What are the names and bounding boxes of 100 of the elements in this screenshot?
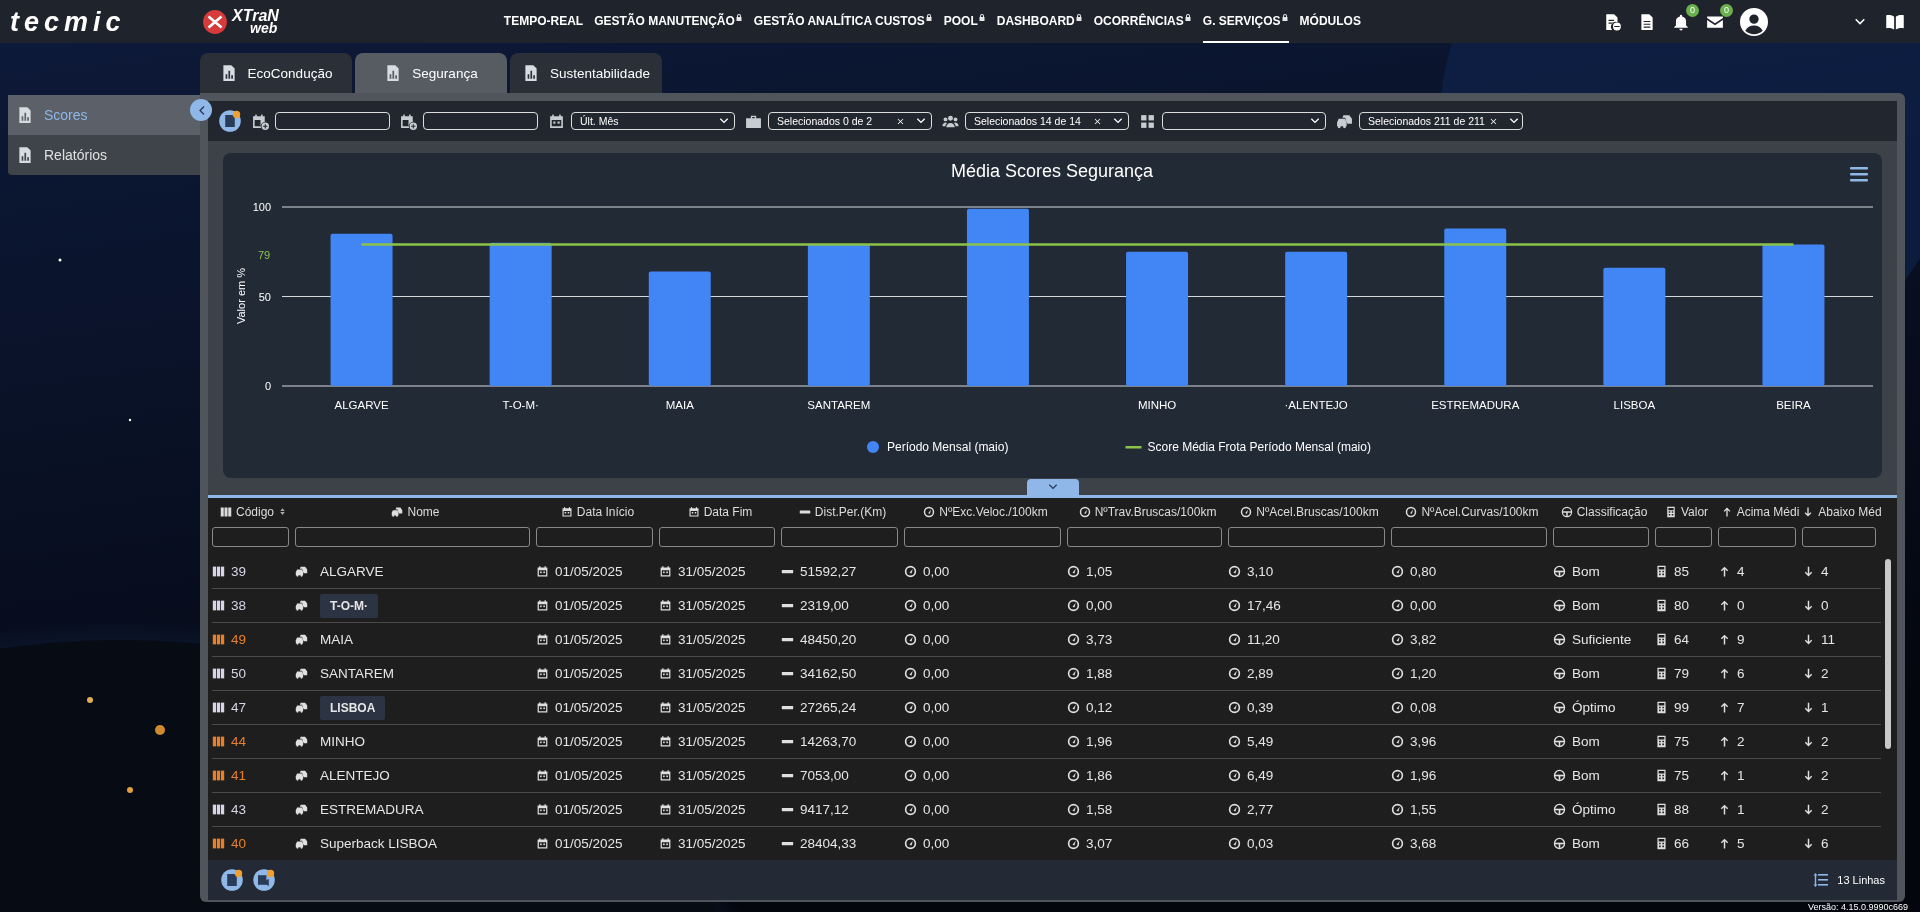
axis-label: ·ALENTEJO <box>1284 399 1348 411</box>
table-cell: 3,96 <box>1410 734 1437 749</box>
export-media-icon[interactable] <box>252 868 276 892</box>
table-cell: 44 <box>231 734 247 749</box>
calendar-icon <box>536 667 549 680</box>
nav-link[interactable]: TEMPO-REAL <box>503 0 584 43</box>
tab[interactable]: Sustentabilidade <box>510 53 662 93</box>
column-header[interactable]: Dist.Per.(Km) <box>814 504 887 519</box>
tab[interactable]: EcoCondução <box>200 53 352 93</box>
select-field[interactable]: Selecionados 211 de 211 <box>1359 112 1523 130</box>
column-header[interactable]: NºTrav.Bruscas/100km <box>1094 504 1217 519</box>
column-header[interactable]: NºAcel.Curvas/100km <box>1421 504 1539 519</box>
column-header[interactable]: Classificação <box>1576 504 1648 519</box>
legend-marker <box>1125 446 1142 449</box>
filter-field[interactable] <box>781 527 898 547</box>
column-header[interactable]: Valor <box>1680 504 1709 519</box>
filter-field[interactable] <box>1067 527 1222 547</box>
table-cell: 0,00 <box>923 700 950 715</box>
column-header[interactable]: Código <box>236 504 274 519</box>
table-cell: 5 <box>1737 836 1745 851</box>
clear-icon[interactable] <box>896 116 905 126</box>
table-cell: 75 <box>1674 768 1690 783</box>
filter-field[interactable] <box>295 527 530 547</box>
lock-icon <box>924 13 933 22</box>
column-header[interactable]: Nome <box>407 504 440 519</box>
calendar-icon <box>659 667 672 680</box>
calendar-icon <box>659 803 672 816</box>
table-cell: Suficiente <box>1572 632 1632 647</box>
nav-link[interactable]: GESTÃO MANUTENÇÃO <box>594 0 743 43</box>
calculator-icon <box>1655 667 1668 680</box>
filter-field[interactable] <box>1655 527 1712 547</box>
select-field[interactable]: Selecionados 14 de 14 <box>965 112 1129 130</box>
column-header[interactable]: NºAcel.Bruscas/100km <box>1256 504 1379 519</box>
column-header[interactable]: NºExc.Veloc./100km <box>939 504 1048 519</box>
select-field[interactable]: Últ. Mês <box>571 112 735 130</box>
filter-field[interactable] <box>212 527 289 547</box>
table-cell: 85 <box>1674 564 1690 579</box>
select-field[interactable]: Selecionados 0 de 2 <box>768 112 932 130</box>
document-icon[interactable] <box>1638 12 1656 31</box>
column-header[interactable]: Data Início <box>576 504 635 519</box>
filter-field[interactable] <box>659 527 775 547</box>
arrow-down-icon <box>1802 803 1815 816</box>
gauge-icon <box>904 701 917 714</box>
filter-field[interactable] <box>1228 527 1385 547</box>
nav-link[interactable]: DASHBOARD <box>996 0 1083 43</box>
table-cell: SANTAREM <box>320 666 394 681</box>
table-cell: T-O-M· <box>320 593 378 618</box>
table-cell: 14263,70 <box>800 734 857 749</box>
avatar-icon[interactable] <box>1740 7 1768 36</box>
calendar-icon <box>659 837 672 850</box>
table-cell: 1 <box>1737 802 1745 817</box>
table-cell: 01/05/2025 <box>555 666 623 681</box>
nav-link[interactable]: OCORRÊNCIAS <box>1093 0 1192 43</box>
table-cell: 0,12 <box>1086 700 1113 715</box>
column-header[interactable]: Abaixo Méd <box>1818 504 1882 519</box>
gauge-icon <box>904 599 917 612</box>
arrow-up-icon <box>1718 667 1731 680</box>
table-cell: 9417,12 <box>800 802 849 817</box>
gauge-icon <box>1391 633 1404 646</box>
table-cell: ALGARVE <box>320 564 384 579</box>
report-settings-icon[interactable] <box>218 109 242 133</box>
column-header[interactable]: Data Fim <box>703 504 753 519</box>
filter-field[interactable] <box>1718 527 1796 547</box>
bell-icon[interactable] <box>1672 12 1690 31</box>
date-field[interactable] <box>275 112 390 130</box>
nav-link[interactable]: POOL <box>943 0 986 43</box>
clear-icon[interactable] <box>1093 116 1102 126</box>
table-cell: 31/05/2025 <box>678 734 746 749</box>
filter-field[interactable] <box>1553 527 1649 547</box>
scrollbar-thumb[interactable] <box>1885 559 1891 749</box>
axis-label: 50 <box>258 290 271 303</box>
nav-link[interactable]: MÓDULOS <box>1299 0 1361 43</box>
nav-link[interactable]: G. SERVIÇOS <box>1202 0 1289 43</box>
steering-wheel-icon <box>1553 701 1566 714</box>
sort-icon[interactable] <box>278 506 287 517</box>
calculator-icon <box>1655 599 1668 612</box>
select-field[interactable] <box>1162 112 1326 130</box>
gauge-icon <box>1067 599 1080 612</box>
tab[interactable]: Segurança <box>355 53 507 93</box>
export-report-icon[interactable] <box>220 868 244 892</box>
filter-field[interactable] <box>904 527 1061 547</box>
filter-field[interactable] <box>1391 527 1547 547</box>
cars-icon <box>391 505 404 518</box>
table-cell: 2319,00 <box>800 598 849 613</box>
steering-wheel-icon <box>1553 667 1566 680</box>
calendar-icon <box>536 837 549 850</box>
document-globe-icon[interactable] <box>1604 12 1622 31</box>
date-field[interactable] <box>423 112 538 130</box>
column-header[interactable]: Acima Médi <box>1736 504 1800 519</box>
arrow-up-icon <box>1718 599 1731 612</box>
round-logo-icon <box>202 8 228 35</box>
sidebar-item[interactable]: Relatórios <box>8 135 200 175</box>
menu-icon[interactable] <box>1850 167 1868 182</box>
filter-field[interactable] <box>536 527 653 547</box>
gauge-icon <box>1228 735 1241 748</box>
clear-icon[interactable] <box>1488 116 1498 126</box>
collapse-tab[interactable] <box>1026 479 1079 495</box>
axis-label: ALGARVE <box>334 399 389 411</box>
filter-field[interactable] <box>1802 527 1876 547</box>
nav-link[interactable]: GESTÃO ANALÍTICA CUSTOS <box>753 0 933 43</box>
